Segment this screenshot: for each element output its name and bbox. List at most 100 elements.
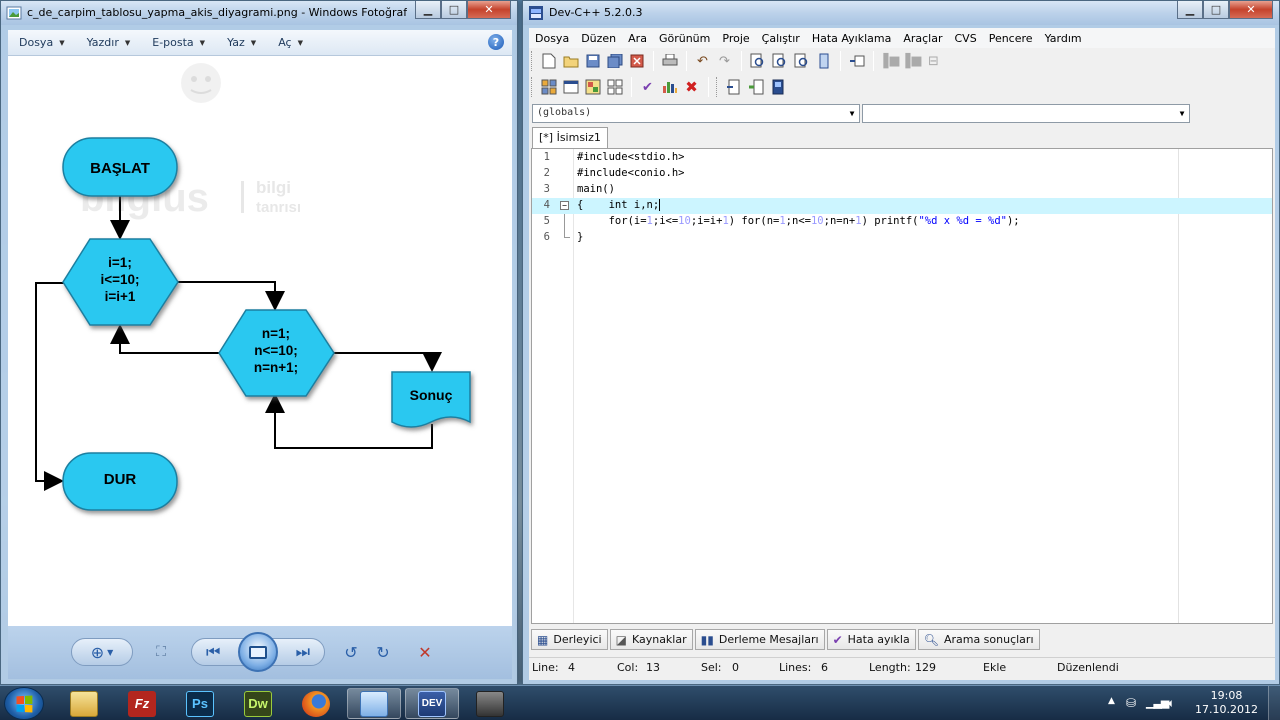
taskbar-photoshop[interactable]: Ps (173, 688, 227, 719)
rebuild-all-icon[interactable] (604, 77, 625, 98)
compile-icon[interactable] (538, 77, 559, 98)
menu-yazdir[interactable]: Yazdır ▼ (87, 36, 131, 49)
start-button[interactable] (4, 687, 44, 720)
next-icon[interactable]: ⏭ (296, 642, 310, 662)
previous-icon[interactable]: ⏮ (206, 642, 220, 662)
menu-cvs[interactable]: CVS (949, 32, 983, 45)
clock-time: 19:08 (1210, 689, 1243, 702)
check-syntax-icon[interactable]: ✔ (637, 77, 658, 98)
taskbar-dreamweaver[interactable]: Dw (231, 688, 285, 719)
toolbar-separator (741, 51, 742, 71)
taskbar-photo-viewer[interactable] (347, 688, 401, 719)
menu-yaz[interactable]: Yaz ▼ (227, 36, 256, 49)
taskbar-devcpp[interactable]: DEV (405, 688, 459, 719)
goto-line-icon[interactable] (813, 51, 834, 72)
tab-hata-ayikla[interactable]: ✔ Hata ayıkla (826, 629, 916, 650)
minimize-button[interactable]: ▁ (415, 1, 441, 19)
delete-profile-icon[interactable]: ✖ (681, 77, 702, 98)
menu-duzen[interactable]: Düzen (575, 32, 622, 45)
tab-arama-sonuclari[interactable]: 🔍︎ Arama sonuçları (917, 629, 1040, 650)
menu-ac[interactable]: Aç ▼ (278, 36, 303, 49)
print-icon[interactable] (659, 51, 680, 72)
network-device-icon[interactable]: ⛁ (1126, 696, 1136, 710)
close-file-icon[interactable] (626, 51, 647, 72)
taskbar-recorder[interactable] (463, 688, 517, 719)
open-file-icon[interactable] (560, 51, 581, 72)
maximize-button[interactable]: □ (1203, 1, 1229, 19)
scope-combo[interactable]: (globals) ▼ (532, 104, 860, 123)
insert-icon[interactable] (846, 51, 867, 72)
menu-dosya[interactable]: Dosya (529, 32, 575, 45)
tab-derleyici[interactable]: ▦ Derleyici (531, 629, 608, 650)
add-to-project-icon[interactable]: ▐■ (878, 51, 900, 72)
remove-from-project-icon[interactable]: ▐■ (900, 51, 922, 72)
chevron-down-icon: ▼ (1179, 109, 1185, 118)
zoom-button[interactable]: ⊕ ▼ (71, 638, 133, 666)
viewer-controls: ⊕ ▼ ⛶ ⏮ ⏭ ↺ ↻ ✕ (8, 626, 512, 679)
line-number: 4 (543, 199, 550, 211)
actual-size-button[interactable]: ⛶ (148, 638, 174, 666)
status-col-label: Col: (617, 661, 639, 674)
maximize-button[interactable]: □ (441, 1, 467, 19)
new-file-icon[interactable] (538, 51, 559, 72)
status-col-value: 13 (646, 661, 660, 674)
toolbar-grip[interactable] (716, 77, 719, 97)
menu-gorunum[interactable]: Görünüm (653, 32, 716, 45)
add-watch-icon[interactable] (745, 77, 766, 98)
redo-icon[interactable]: ↷ (714, 51, 735, 72)
chart-icon: ▮▮ (700, 632, 714, 647)
line-number: 6 (543, 231, 550, 243)
compile-run-icon[interactable] (582, 77, 603, 98)
save-all-icon[interactable] (604, 51, 625, 72)
rotate-left-button[interactable]: ↺ (340, 638, 362, 666)
tab-derleme-mesajlari[interactable]: ▮▮ Derleme Mesajları (694, 629, 825, 650)
menu-yardim[interactable]: Yardım (1039, 32, 1088, 45)
close-button[interactable]: ✕ (467, 1, 511, 19)
slideshow-button[interactable] (238, 632, 278, 672)
rotate-right-button[interactable]: ↻ (372, 638, 394, 666)
show-hidden-icons[interactable]: ▲ (1108, 696, 1115, 706)
node-start: BAŞLAT (62, 137, 178, 197)
view-cpu-icon[interactable] (767, 77, 788, 98)
menu-pencere[interactable]: Pencere (983, 32, 1039, 45)
close-button[interactable]: ✕ (1229, 1, 1273, 19)
menu-araclar[interactable]: Araçlar (897, 32, 948, 45)
taskbar-explorer[interactable] (57, 688, 111, 719)
taskbar-firefox[interactable] (289, 688, 343, 719)
menu-dosya[interactable]: Dosya ▼ (19, 36, 65, 49)
run-icon[interactable] (560, 77, 581, 98)
replace-icon[interactable] (769, 51, 790, 72)
viewer-titlebar[interactable]: c_de_carpim_tablosu_yapma_akis_diyagrami… (1, 1, 517, 25)
clock[interactable]: 19:08 17.10.2012 (1195, 689, 1258, 717)
symbol-combo[interactable]: ▼ (862, 104, 1190, 123)
delete-button[interactable]: ✕ (413, 638, 437, 666)
tab-kaynaklar[interactable]: ◪ Kaynaklar (609, 629, 693, 650)
toolbar-grip[interactable] (531, 51, 534, 71)
menu-calistir[interactable]: Çalıştır (756, 32, 806, 45)
profile-icon[interactable] (659, 77, 680, 98)
code-editor[interactable]: 1 #include<stdio.h> 2 #include<conio.h> … (531, 148, 1273, 624)
status-sel-value: 0 (732, 661, 739, 674)
menu-eposta[interactable]: E-posta ▼ (152, 36, 205, 49)
ide-titlebar[interactable]: Dev-C++ 5.2.0.3 ▁ □ ✕ (523, 1, 1279, 25)
find-icon[interactable] (747, 51, 768, 72)
toolbar-grip[interactable] (531, 77, 534, 97)
menu-proje[interactable]: Proje (716, 32, 755, 45)
debug-icon[interactable] (723, 77, 744, 98)
undo-icon[interactable]: ↶ (692, 51, 713, 72)
scope-combo-value: (globals) (537, 107, 592, 118)
fold-collapse-icon[interactable]: − (560, 201, 569, 210)
volume-icon[interactable]: 🔈︎ (1168, 696, 1175, 711)
show-desktop-button[interactable] (1268, 686, 1280, 720)
taskbar-filezilla[interactable]: Fz (115, 688, 169, 719)
find-next-icon[interactable] (791, 51, 812, 72)
help-icon[interactable]: ? (488, 34, 504, 50)
minimize-button[interactable]: ▁ (1177, 1, 1203, 19)
save-icon[interactable] (582, 51, 603, 72)
tab-isimsiz1[interactable]: [*] İsimsiz1 (532, 127, 608, 148)
menu-ara[interactable]: Ara (622, 32, 653, 45)
signal-icon[interactable]: ▁▃▅ (1146, 696, 1169, 709)
status-length-value: 129 (915, 661, 936, 674)
project-options-icon[interactable]: ⊟ (923, 51, 944, 72)
menu-hata-ayiklama[interactable]: Hata Ayıklama (806, 32, 898, 45)
